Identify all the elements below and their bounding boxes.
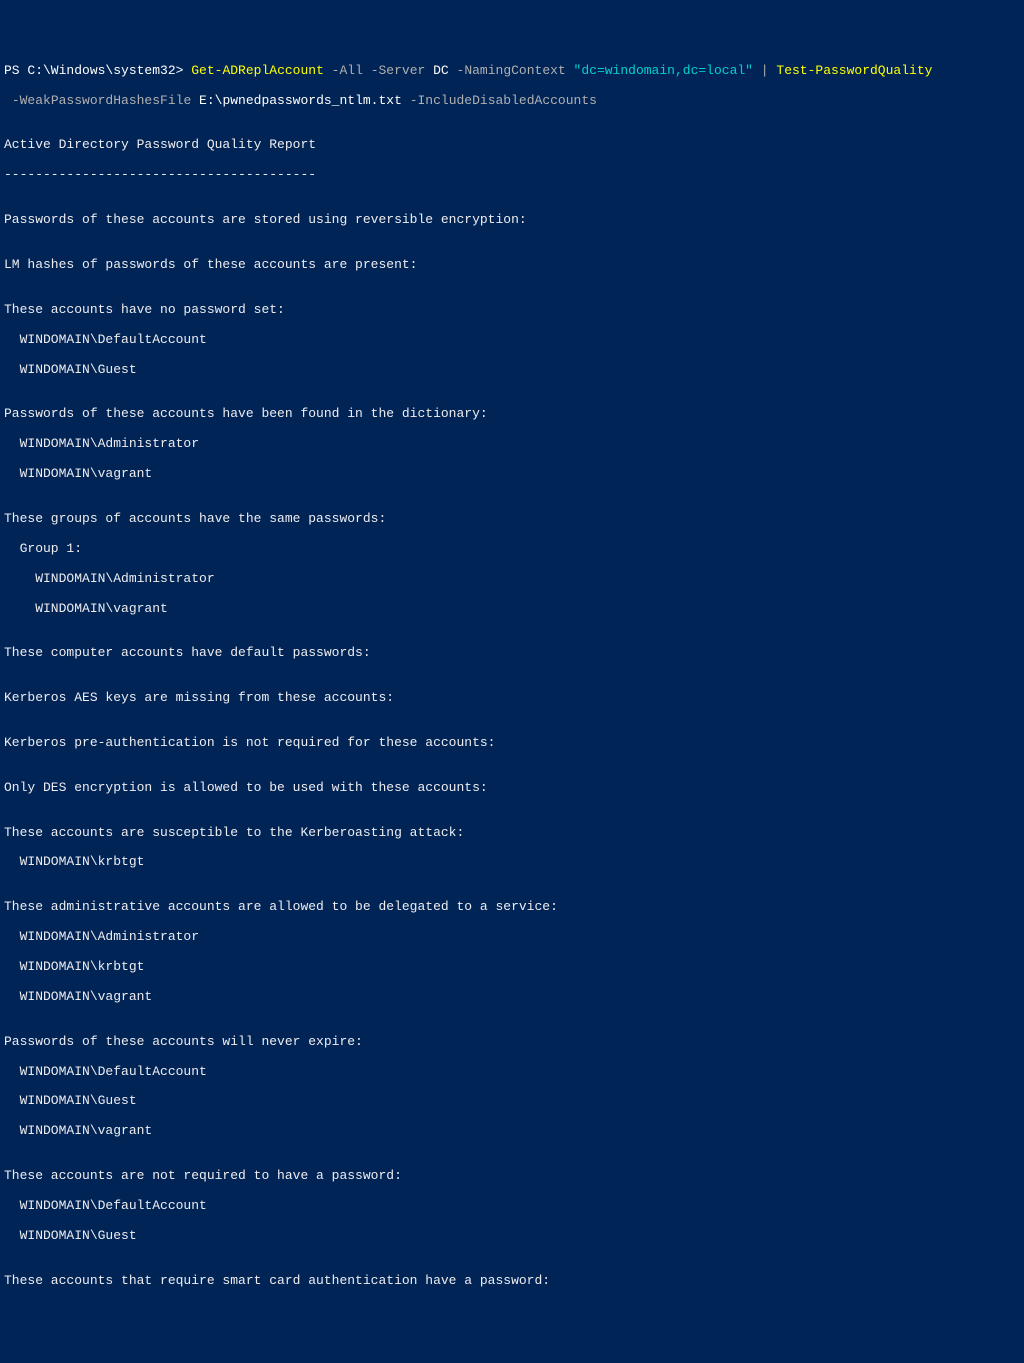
command-line-1: PS C:\Windows\system32> Get-ADReplAccoun… [4,64,1020,79]
section-computer-default: These computer accounts have default pas… [4,646,1020,661]
arg-namingcontext: "dc=windomain,dc=local" [574,63,753,78]
account-entry: WINDOMAIN\Administrator [4,930,1020,945]
account-entry: WINDOMAIN\vagrant [4,990,1020,1005]
account-entry: WINDOMAIN\Guest [4,1094,1020,1109]
cmdlet-get-adreplaccount: Get-ADReplAccount [191,63,324,78]
command-line-2: -WeakPasswordHashesFile E:\pwnedpassword… [4,94,1020,109]
param-weakpasswordhashesfile: -WeakPasswordHashesFile [12,93,199,108]
section-no-password: These accounts have no password set: [4,303,1020,318]
pipe-symbol: | [753,63,776,78]
arg-server: DC [433,63,449,78]
ps-path: C:\Windows\system32 [27,63,175,78]
arg-weakpasswordhashesfile: E:\pwnedpasswords_ntlm.txt [199,93,402,108]
account-entry: WINDOMAIN\DefaultAccount [4,1065,1020,1080]
section-never-expire: Passwords of these accounts will never e… [4,1035,1020,1050]
account-entry: WINDOMAIN\vagrant [4,467,1020,482]
section-not-required: These accounts are not required to have … [4,1169,1020,1184]
account-entry: WINDOMAIN\DefaultAccount [4,333,1020,348]
group-label: Group 1: [4,542,1020,557]
section-reversible-encryption: Passwords of these accounts are stored u… [4,213,1020,228]
account-entry: WINDOMAIN\Guest [4,1229,1020,1244]
account-entry: WINDOMAIN\vagrant [4,1124,1020,1139]
cmdlet-test-passwordquality: Test-PasswordQuality [776,63,932,78]
param-namingcontext: -NamingContext [449,63,574,78]
param-includedisabledaccounts: -IncludeDisabledAccounts [402,93,597,108]
section-kerberoasting: These accounts are susceptible to the Ke… [4,826,1020,841]
cont-prefix [4,93,12,108]
param-all: -All [324,63,363,78]
section-same-passwords: These groups of accounts have the same p… [4,512,1020,527]
section-des-only: Only DES encryption is allowed to be use… [4,781,1020,796]
account-entry: WINDOMAIN\krbtgt [4,960,1020,975]
section-aes-missing: Kerberos AES keys are missing from these… [4,691,1020,706]
report-title: Active Directory Password Quality Report [4,138,1020,153]
section-dictionary: Passwords of these accounts have been fo… [4,407,1020,422]
section-smartcard: These accounts that require smart card a… [4,1274,1020,1289]
account-entry: WINDOMAIN\krbtgt [4,855,1020,870]
account-entry: WINDOMAIN\Administrator [4,437,1020,452]
section-delegation: These administrative accounts are allowe… [4,900,1020,915]
section-preauth: Kerberos pre-authentication is not requi… [4,736,1020,751]
account-entry: WINDOMAIN\vagrant [4,602,1020,617]
account-entry: WINDOMAIN\DefaultAccount [4,1199,1020,1214]
account-entry: WINDOMAIN\Administrator [4,572,1020,587]
account-entry: WINDOMAIN\Guest [4,363,1020,378]
report-rule: ---------------------------------------- [4,168,1020,183]
param-server: -Server [363,63,433,78]
ps-gt: > [176,63,192,78]
section-lm-hashes: LM hashes of passwords of these accounts… [4,258,1020,273]
ps-prefix: PS [4,63,27,78]
